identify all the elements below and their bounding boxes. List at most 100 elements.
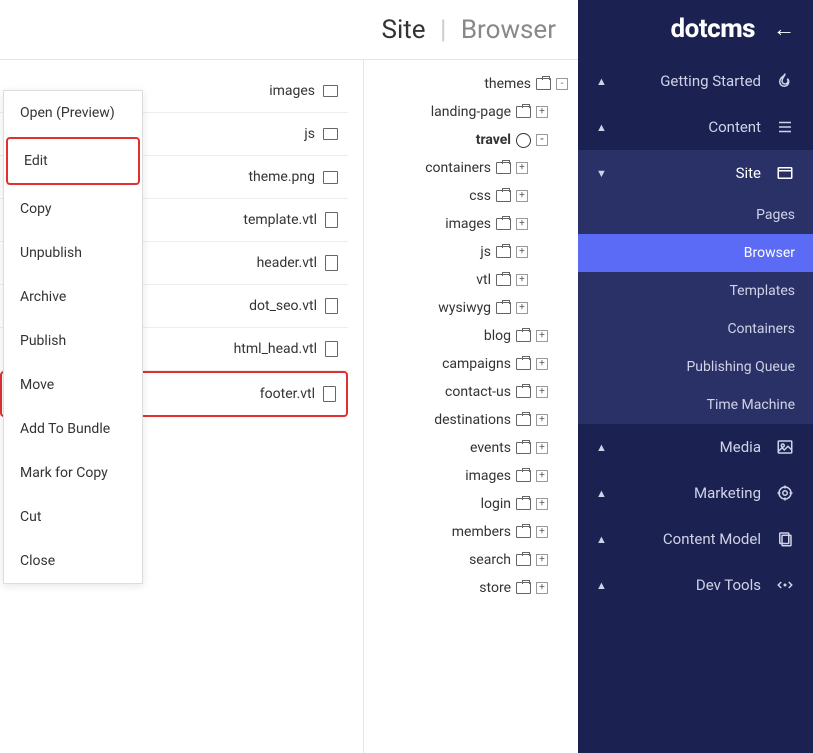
expand-icon[interactable]: + xyxy=(536,330,548,342)
chevron-up-icon: ▲ xyxy=(596,441,607,454)
context-menu-copy[interactable]: Copy xyxy=(4,187,142,231)
folder-icon xyxy=(496,246,511,258)
context-menu-close[interactable]: Close xyxy=(4,539,142,583)
sidebar-label: Dev Tools xyxy=(621,576,761,594)
header: Site | Browser xyxy=(0,0,578,60)
sidebar-item-getting-started[interactable]: Getting Started ▲ xyxy=(578,58,813,104)
expand-icon[interactable]: + xyxy=(516,162,528,174)
sidebar-item-content-model[interactable]: Content Model ▲ xyxy=(578,516,813,562)
sidebar-subitems-site: Pages Browser Templates Containers Publi… xyxy=(578,196,813,424)
file-item-label: footer.vtl xyxy=(260,386,315,402)
tree-item-store[interactable]: + store xyxy=(364,574,568,602)
tree-item-search[interactable]: +search xyxy=(364,546,568,574)
context-menu-publish[interactable]: Publish xyxy=(4,319,142,363)
folder-icon xyxy=(496,218,511,230)
tree-item-landing-page[interactable]: +landing-page xyxy=(364,98,568,126)
folder-icon xyxy=(516,106,531,118)
file-item-label: images xyxy=(269,83,315,99)
expand-icon[interactable]: + xyxy=(516,274,528,286)
folder-icon xyxy=(516,358,531,370)
expand-icon[interactable]: + xyxy=(516,302,528,314)
expand-icon[interactable]: + xyxy=(516,190,528,202)
file-item-label: html_head.vtl xyxy=(234,341,317,357)
tree-item-images[interactable]: +images xyxy=(364,462,568,490)
sidebar-item-site[interactable]: Site ▼ xyxy=(578,150,813,196)
expand-icon[interactable]: + xyxy=(536,442,548,454)
sidebar-item-marketing[interactable]: Marketing ▲ xyxy=(578,470,813,516)
expand-icon[interactable]: + xyxy=(536,414,548,426)
sidebar-subitem-time-machine[interactable]: Time Machine xyxy=(578,386,813,424)
tree-item-members[interactable]: +members xyxy=(364,518,568,546)
tree-item-travel[interactable]: -travel xyxy=(364,126,568,154)
context-menu-cut[interactable]: Cut xyxy=(4,495,142,539)
expand-icon[interactable]: + xyxy=(536,526,548,538)
context-menu-add-to-bundle[interactable]: Add To Bundle xyxy=(4,407,142,451)
sidebar-subitem-containers[interactable]: Containers xyxy=(578,310,813,348)
tree-item-containers[interactable]: + containers xyxy=(364,154,568,182)
tree-item-label: blog xyxy=(484,328,511,344)
tree-item-label: themes xyxy=(484,76,531,92)
image-icon xyxy=(775,437,795,457)
folder-icon xyxy=(516,330,531,342)
context-menu: Open (Preview)EditCopyUnpublishArchivePu… xyxy=(3,90,143,584)
tree-item-contact-us[interactable]: + contact-us xyxy=(364,378,568,406)
sidebar-subitem-browser[interactable]: Browser xyxy=(578,234,813,272)
tree-item-label: contact-us xyxy=(445,384,511,400)
expand-icon[interactable]: + xyxy=(536,554,548,566)
back-arrow-icon[interactable]: ← xyxy=(773,16,795,42)
folder-icon xyxy=(496,302,511,314)
expand-icon[interactable]: + xyxy=(516,246,528,258)
tree-item-images[interactable]: +images xyxy=(364,210,568,238)
context-menu-edit[interactable]: Edit xyxy=(6,137,140,185)
tree-item-label: containers xyxy=(425,160,491,176)
tree-item-wysiwyg[interactable]: +wysiwyg xyxy=(364,294,568,322)
folder-icon xyxy=(516,386,531,398)
expand-icon[interactable]: + xyxy=(516,218,528,230)
expand-icon[interactable]: + xyxy=(536,386,548,398)
folder-icon xyxy=(496,162,511,174)
folder-icon xyxy=(516,526,531,538)
tree-item-label: store xyxy=(479,580,511,596)
expand-icon[interactable]: + xyxy=(536,358,548,370)
tree-item-js[interactable]: +js xyxy=(364,238,568,266)
sidebar-subitem-publishing-queue[interactable]: Publishing Queue xyxy=(578,348,813,386)
folder-icon xyxy=(516,554,531,566)
tree-item-campaigns[interactable]: + campaigns xyxy=(364,350,568,378)
folder-icon xyxy=(496,190,511,202)
tree-item-blog[interactable]: + blog xyxy=(364,322,568,350)
sidebar-subitem-pages[interactable]: Pages xyxy=(578,196,813,234)
tree-item-destinations[interactable]: +destinations xyxy=(364,406,568,434)
sidebar-label: Marketing xyxy=(621,484,761,502)
context-menu-mark-for-copy[interactable]: Mark for Copy xyxy=(4,451,142,495)
breadcrumb-root[interactable]: Site xyxy=(382,15,426,45)
context-menu-archive[interactable]: Archive xyxy=(4,275,142,319)
context-menu-unpublish[interactable]: Unpublish xyxy=(4,231,142,275)
expand-icon[interactable]: + xyxy=(536,106,548,118)
expand-icon[interactable]: + xyxy=(536,582,548,594)
tree-item-css[interactable]: +css xyxy=(364,182,568,210)
collapse-icon[interactable]: - xyxy=(556,78,568,90)
chevron-up-icon: ▲ xyxy=(596,121,607,134)
collapse-icon[interactable]: - xyxy=(536,134,548,146)
file-item-label: dot_seo.vtl xyxy=(249,298,317,314)
sidebar-label: Site xyxy=(621,164,761,182)
context-menu-move[interactable]: Move xyxy=(4,363,142,407)
tree-item-themes[interactable]: - themes xyxy=(364,70,568,98)
file-item-label: theme.png xyxy=(248,169,315,185)
tree-item-events[interactable]: +events xyxy=(364,434,568,462)
tree-item-login[interactable]: +login xyxy=(364,490,568,518)
tree-item-label: campaigns xyxy=(442,356,511,372)
sidebar-item-content[interactable]: Content ▲ xyxy=(578,104,813,150)
file-item-label: template.vtl xyxy=(243,212,317,228)
folder-icon xyxy=(496,274,511,286)
tree-item-vtl[interactable]: +vtl xyxy=(364,266,568,294)
context-menu-open-preview-[interactable]: Open (Preview) xyxy=(4,91,142,135)
chevron-up-icon: ▲ xyxy=(596,579,607,592)
expand-icon[interactable]: + xyxy=(536,470,548,482)
sidebar-item-media[interactable]: Media ▲ xyxy=(578,424,813,470)
sidebar-subitem-templates[interactable]: Templates xyxy=(578,272,813,310)
sidebar-item-dev-tools[interactable]: Dev Tools ▲ xyxy=(578,562,813,608)
folder-icon xyxy=(323,85,338,97)
expand-icon[interactable]: + xyxy=(536,498,548,510)
sidebar-label: Getting Started xyxy=(621,72,761,90)
